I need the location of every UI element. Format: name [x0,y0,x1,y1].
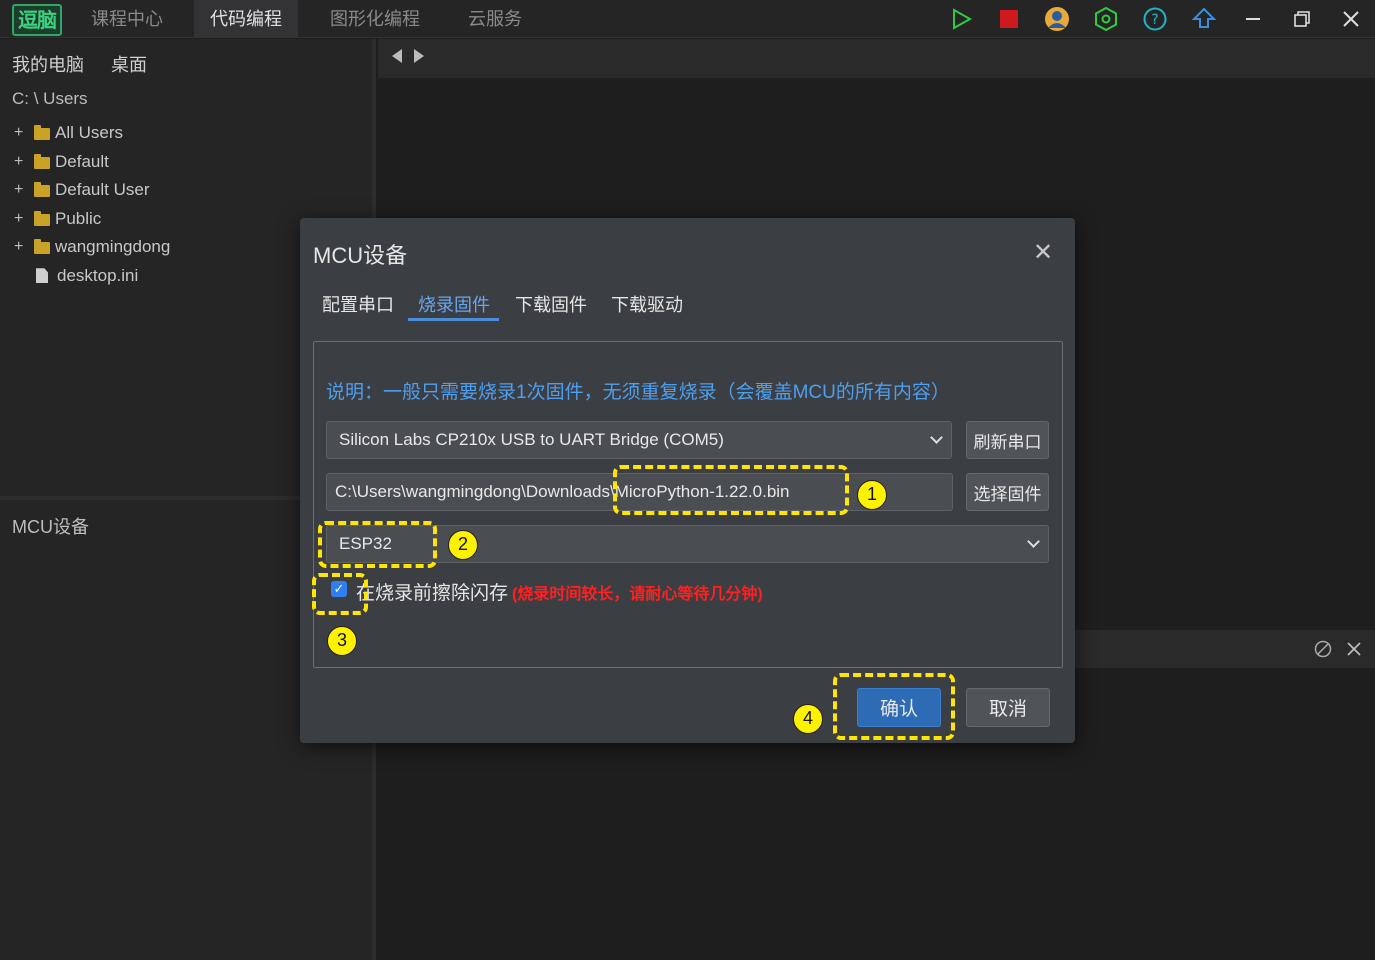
tab-download-firmware[interactable]: 下载固件 [515,291,587,317]
expand-icon[interactable]: + [14,210,34,228]
active-tab-indicator [408,318,499,321]
annotation-badge-3: 3 [327,626,357,656]
mcu-panel-title: MCU设备 [12,517,89,537]
app-logo: 逗脑 [12,4,62,36]
folder-icon [34,182,50,198]
tab-graphical-programming[interactable]: 图形化编程 [314,0,436,38]
tree-item-label: Public [55,208,102,228]
user-avatar-icon[interactable] [1042,4,1072,34]
erase-flash-label[interactable]: 在烧录前擦除闪存 (烧录时间较长，请耐心等待几分钟) [356,578,763,605]
close-console-icon[interactable] [1345,640,1363,663]
annotation-highlight-confirm [833,673,955,740]
annotation-badge-4: 4 [793,704,823,734]
expand-icon[interactable]: + [14,153,34,171]
folder-icon [34,239,50,255]
sidebar-tab-desktop[interactable]: 桌面 [111,55,147,75]
tree-item-label: Default User [55,180,150,200]
chevron-down-icon [1027,535,1040,548]
breadcrumb[interactable]: C: \ Users [12,89,88,109]
annotation-highlight-checkbox [312,573,368,615]
settings-icon[interactable] [1091,4,1121,34]
expand-icon[interactable]: + [14,238,34,256]
close-icon[interactable] [1336,4,1366,34]
tree-item-folder[interactable]: + Default User [14,176,170,205]
nav-arrows-icon [392,49,424,63]
tree-item-folder[interactable]: + Public [14,205,170,234]
console-header [1062,630,1375,668]
folder-icon [34,125,50,141]
sidebar-tabs: 我的电脑 桌面 [12,51,169,77]
editor-nav-arrows [390,47,430,70]
file-icon [36,268,48,284]
upload-icon[interactable] [1189,4,1219,34]
tree-item-label: All Users [55,123,124,143]
stop-icon[interactable] [994,4,1024,34]
tree-item-label: Default [55,151,109,171]
folder-icon [34,210,50,226]
tree-item-label: desktop.ini [57,265,139,285]
tree-item-folder[interactable]: + Default [14,148,170,177]
choose-firmware-button[interactable]: 选择固件 [966,473,1049,511]
annotation-highlight-chip [318,521,437,568]
serial-port-select[interactable]: Silicon Labs CP210x USB to UART Bridge (… [326,421,952,459]
tree-item-label: wangmingdong [55,237,171,257]
expand-icon[interactable]: + [14,181,34,199]
cancel-button[interactable]: 取消 [966,688,1050,727]
chevron-down-icon [930,431,943,444]
minimize-icon[interactable] [1238,4,1268,34]
annotation-badge-2: 2 [448,530,478,560]
tab-cloud-service[interactable]: 云服务 [452,0,538,38]
svg-text:?: ? [1151,12,1158,28]
title-bar: 逗脑 课程中心 代码编程 图形化编程 云服务 ? [0,0,1375,38]
refresh-port-button[interactable]: 刷新串口 [966,421,1049,459]
dialog-close-icon[interactable]: ✕ [1033,238,1053,267]
tab-flash-firmware[interactable]: 烧录固件 [418,291,490,317]
erase-flash-text: 在烧录前擦除闪存 [356,583,509,604]
expand-icon[interactable]: + [14,124,34,142]
editor-tab-bar [378,39,1375,78]
tab-config-port[interactable]: 配置串口 [322,291,394,317]
run-icon[interactable] [946,4,976,34]
folder-icon [34,153,50,169]
annotation-badge-1: 1 [857,480,887,510]
file-tree: + All Users + Default + Default User + Publi… [14,119,170,290]
tree-item-file[interactable]: desktop.ini [14,262,170,291]
clear-console-icon[interactable] [1314,640,1332,663]
tab-course-center[interactable]: 课程中心 [75,0,179,38]
tab-code-programming[interactable]: 代码编程 [194,0,298,38]
restore-icon[interactable] [1287,4,1317,34]
sidebar-tab-my-computer[interactable]: 我的电脑 [12,55,84,75]
erase-flash-warning: (烧录时间较长，请耐心等待几分钟) [512,586,763,603]
dialog-title: MCU设备 [313,243,408,268]
annotation-highlight-firmware [613,465,849,515]
instruction-note: 说明：一般只需要烧录1次固件，无须重复烧录（会覆盖MCU的所有内容） [326,382,950,403]
tree-item-folder[interactable]: + wangmingdong [14,233,170,262]
tab-download-driver[interactable]: 下载驱动 [611,291,683,317]
help-icon[interactable]: ? [1140,4,1170,34]
tree-item-folder[interactable]: + All Users [14,119,170,148]
serial-port-value: Silicon Labs CP210x USB to UART Bridge (… [339,430,724,449]
